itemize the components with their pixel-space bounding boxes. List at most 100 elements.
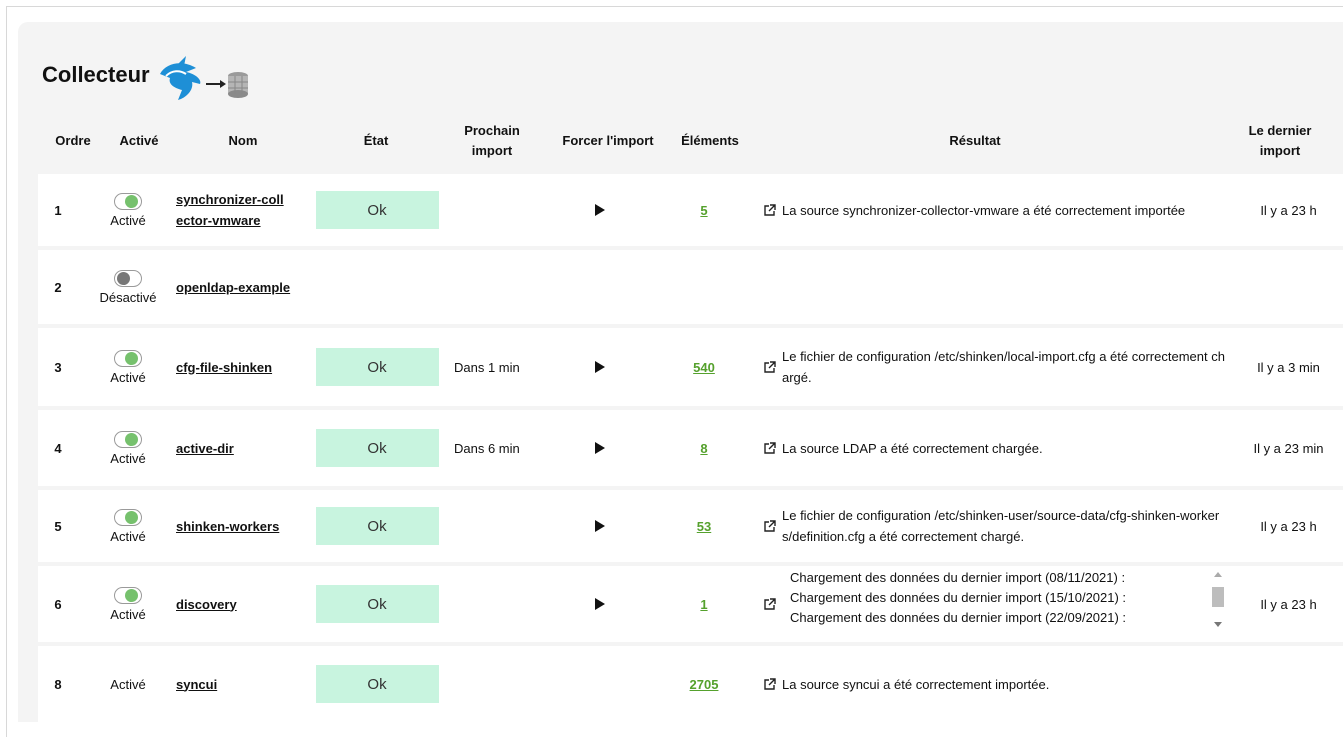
header-ordre[interactable]: Ordre — [48, 118, 98, 164]
active-label: Désactivé — [99, 289, 157, 305]
header-active[interactable]: Activé — [104, 118, 174, 164]
active-cell: Activé — [92, 566, 164, 642]
toggle-on-icon[interactable] — [114, 508, 142, 526]
elements-cell: 540 — [678, 328, 730, 406]
play-icon[interactable] — [595, 520, 605, 532]
table-row: 5 Activé shinken-workers Ok 53 Le fichie… — [38, 490, 1343, 562]
elements-count-link[interactable]: 5 — [700, 203, 707, 218]
result-text: Le fichier de configuration /etc/shinken… — [782, 508, 1220, 544]
result-cell: La source syncui a été correctement impo… — [764, 646, 1234, 722]
header-dernier-import[interactable]: Le dernier import — [1236, 118, 1324, 164]
toggle-on-icon[interactable] — [114, 192, 142, 210]
play-icon[interactable] — [595, 598, 605, 610]
active-label: Activé — [110, 450, 146, 466]
elements-cell: 53 — [678, 490, 730, 562]
header-etat[interactable]: État — [346, 118, 406, 164]
collector-name-link[interactable]: syncui — [176, 674, 217, 695]
status-badge: Ok — [315, 191, 439, 229]
external-link-icon[interactable] — [764, 520, 776, 532]
status-cell: Ok — [315, 174, 439, 246]
elements-cell: 5 — [678, 174, 730, 246]
toggle-on-icon[interactable] — [114, 430, 142, 448]
next-import-cell: Dans 1 min — [454, 359, 520, 375]
row-ordre: 3 — [54, 359, 62, 375]
scroll-up-icon[interactable] — [1214, 572, 1222, 577]
table-row: 2 Désactivé openldap-example — [38, 250, 1343, 324]
status-cell: Ok — [315, 410, 439, 486]
elements-count-link[interactable]: 53 — [697, 519, 711, 534]
active-cell: Activé — [92, 328, 164, 406]
collector-name-link[interactable]: active-dir — [176, 438, 234, 459]
last-import-cell: Il y a 3 min — [1257, 359, 1320, 375]
result-text: La source LDAP a été correctement chargé… — [782, 440, 1043, 456]
collector-name-link[interactable]: cfg-file-shinken — [176, 357, 272, 378]
elements-count-link[interactable]: 2705 — [690, 677, 719, 692]
status-cell: Ok — [315, 566, 439, 642]
toggle-on-icon[interactable] — [114, 586, 142, 604]
page-header: Collecteur — [42, 50, 266, 100]
external-link-icon[interactable] — [764, 678, 776, 690]
result-text: La source syncui a été correctement impo… — [782, 676, 1050, 692]
status-badge: Ok — [315, 348, 439, 386]
collector-name-link[interactable]: synchronizer-collector-vmware — [176, 189, 284, 231]
collector-name-link[interactable]: shinken-workers — [176, 516, 279, 537]
force-import-cell — [588, 410, 612, 486]
result-cell: Chargement des données du dernier import… — [764, 566, 1234, 642]
row-ordre: 6 — [54, 596, 62, 612]
last-import-cell: Il y a 23 h — [1260, 518, 1317, 534]
row-ordre: 5 — [54, 518, 62, 534]
toggle-on-icon[interactable] — [114, 349, 142, 367]
force-import-cell — [588, 174, 612, 246]
header-prochain-import[interactable]: Prochain import — [452, 118, 532, 164]
external-link-icon[interactable] — [764, 361, 776, 373]
result-text: Le fichier de configuration /etc/shinken… — [782, 349, 1225, 385]
table-row: 1 Activé synchronizer-collector-vmware O… — [38, 174, 1343, 246]
active-label: Activé — [110, 369, 146, 385]
name-cell: active-dir — [176, 410, 316, 486]
collector-name-link[interactable]: discovery — [176, 594, 237, 615]
status-badge: Ok — [315, 585, 439, 623]
external-link-icon[interactable] — [764, 442, 776, 454]
scroll-down-icon[interactable] — [1214, 622, 1222, 627]
result-log-line: Chargement des données du dernier import… — [790, 610, 1127, 625]
active-cell: Activé — [92, 174, 164, 246]
scroll-thumb[interactable] — [1212, 587, 1224, 607]
elements-count-link[interactable]: 8 — [700, 441, 707, 456]
external-link-icon[interactable] — [764, 598, 776, 610]
play-icon[interactable] — [595, 361, 605, 373]
result-log-line: Chargement des données du dernier import… — [790, 570, 1126, 585]
table-row: 3 Activé cfg-file-shinken Ok Dans 1 min … — [38, 328, 1343, 406]
row-ordre: 4 — [54, 440, 62, 456]
status-cell: Ok — [315, 328, 439, 406]
result-cell: La source synchronizer-collector-vmware … — [764, 174, 1234, 246]
result-log-lines: Chargement des données du dernier import… — [790, 568, 1210, 640]
row-ordre: 8 — [54, 676, 62, 692]
header-resultat: Résultat — [949, 133, 1001, 148]
elements-count-link[interactable]: 540 — [693, 360, 715, 375]
active-label: Activé — [110, 212, 146, 228]
play-icon[interactable] — [595, 442, 605, 454]
header-nom[interactable]: Nom — [206, 118, 280, 164]
table-row: 4 Activé active-dir Ok Dans 6 min 8 La s… — [38, 410, 1343, 486]
play-icon[interactable] — [595, 204, 605, 216]
scrollbar[interactable] — [1210, 570, 1226, 634]
last-import-cell: Il y a 23 h — [1260, 202, 1317, 218]
toggle-off-icon[interactable] — [114, 269, 142, 287]
status-cell: Ok — [315, 646, 439, 722]
next-import-cell: Dans 6 min — [454, 440, 520, 456]
row-ordre: 1 — [54, 202, 62, 218]
name-cell: cfg-file-shinken — [176, 328, 316, 406]
result-cell: La source LDAP a été correctement chargé… — [764, 410, 1234, 486]
active-cell: Activé — [92, 410, 164, 486]
collector-name-link[interactable]: openldap-example — [176, 277, 290, 298]
page-title: Collecteur — [42, 62, 150, 87]
result-log-scrollbox[interactable]: Chargement des données du dernier import… — [764, 568, 1234, 640]
header-forcer-import: Forcer l'import — [562, 133, 654, 148]
header-elements[interactable]: Éléments — [672, 118, 748, 164]
status-cell: Ok — [315, 490, 439, 562]
row-ordre: 2 — [54, 279, 62, 295]
external-link-icon[interactable] — [764, 204, 776, 216]
force-import-cell — [588, 328, 612, 406]
last-import-cell: Il y a 23 h — [1260, 596, 1317, 612]
elements-count-link[interactable]: 1 — [700, 597, 707, 612]
